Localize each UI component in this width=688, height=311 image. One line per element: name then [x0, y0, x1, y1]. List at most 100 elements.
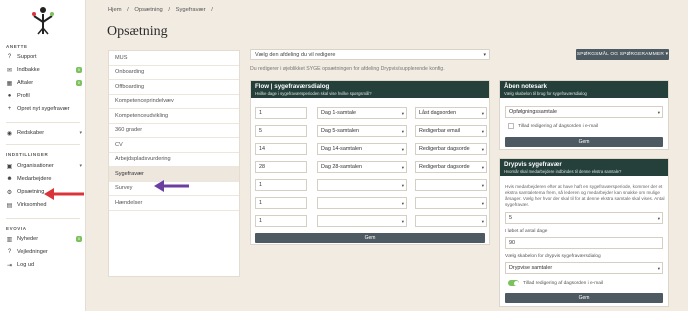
sidebar-divider: [6, 122, 80, 123]
sidebar-divider: [6, 144, 80, 145]
tools-icon: ◉: [6, 130, 13, 137]
menu-item-360[interactable]: 360 grader: [109, 124, 239, 138]
briefcase-icon: ▤: [6, 202, 13, 209]
breadcrumb: Hjem / Opsætning / Sygefravær /: [108, 7, 213, 13]
drypvis-template-select[interactable]: Drypvise samtaler ▾: [505, 262, 663, 274]
flow-save-button[interactable]: Gem: [255, 233, 485, 243]
breadcrumb-absence[interactable]: Sygefravær: [176, 7, 206, 13]
appointments-badge: 0: [75, 80, 82, 86]
sidebar-item-organisations[interactable]: ▣ Organisationer ▾: [6, 161, 82, 171]
day-input[interactable]: 5: [255, 125, 307, 137]
sidebar-item-guides[interactable]: ? Vejledninger: [6, 247, 82, 257]
template-select[interactable]: Dag 28-samtalen ▾: [317, 161, 407, 173]
flow-row: 1 ▾ ▾: [255, 215, 487, 227]
chevron-down-icon: ▾: [665, 52, 669, 57]
drypvis-save-button[interactable]: Gem: [505, 293, 663, 303]
chevron-down-icon: ▾: [481, 219, 484, 224]
action-select[interactable]: Redigerbar dagsorde ▾: [415, 161, 487, 173]
drypvis-edit-toggle-row[interactable]: Tillad redigering af dagsorden i e-mail: [508, 280, 603, 286]
menu-item-mus[interactable]: MUS: [109, 51, 239, 66]
menu-item-kompetenceudvikling[interactable]: Kompetenceudvikling: [109, 109, 239, 124]
template-select[interactable]: Dag 14-samtalen ▾: [317, 143, 407, 155]
menu-item-apv[interactable]: Arbejdspladsvurdering: [109, 153, 239, 167]
brand-logo-icon: [32, 7, 54, 35]
menu-item-onboarding[interactable]: Onboarding: [109, 66, 239, 80]
template-select[interactable]: ▾: [317, 197, 407, 209]
template-select[interactable]: ▾: [317, 179, 407, 191]
sidebar-item-profile[interactable]: ● Profil: [6, 91, 82, 101]
chevron-down-icon: ▾: [401, 147, 404, 152]
news-badge: 0: [75, 236, 82, 242]
flow-row: 1 Dag 1-samtale ▾ Låst dagsorden ▾: [255, 107, 487, 119]
flow-panel-header: Flow | sygefraværsdialog Hvilke dage i s…: [251, 81, 489, 98]
drypvis-edit-toggle[interactable]: [508, 280, 519, 286]
action-select[interactable]: Redigerbar email ▾: [415, 125, 487, 137]
day-input[interactable]: 1: [255, 215, 307, 227]
breadcrumb-setup[interactable]: Opsætning: [134, 7, 162, 13]
flow-row: 1 ▾ ▾: [255, 179, 487, 191]
breadcrumb-home[interactable]: Hjem: [108, 7, 122, 13]
sidebar-item-new-absence[interactable]: + Opret nyt sygefravær: [6, 104, 82, 114]
menu-item-cv[interactable]: CV: [109, 138, 239, 153]
help-icon: ?: [7, 249, 12, 255]
section-evovia: EVOVIA: [6, 226, 27, 231]
chevron-down-icon: ▾: [657, 110, 660, 115]
sidebar-item-news[interactable]: ▥ Nyheder 0: [6, 234, 82, 244]
drypvis-days-input[interactable]: 90: [505, 237, 663, 249]
action-select[interactable]: ▾: [415, 197, 487, 209]
section-anette: ANETTE: [6, 44, 28, 49]
chevron-down-icon: ▾: [401, 183, 404, 188]
chevron-down-icon: ▾: [481, 165, 484, 170]
drypvis-description: Hvis medarbejderen efter at have haft en…: [505, 184, 665, 207]
menu-item-haendelser[interactable]: Hændelser: [109, 196, 239, 211]
sidebar-item-company[interactable]: ▤ Virksomhed: [6, 200, 82, 210]
user-icon: ●: [7, 93, 12, 99]
sidebar-item-tools[interactable]: ◉ Redskaber ▾: [6, 128, 82, 138]
note-save-button[interactable]: Gem: [505, 137, 663, 147]
note-edit-checkbox-row[interactable]: Tillad redigering af dagsorden i e-mail: [508, 123, 598, 129]
action-select[interactable]: Redigerbar dagsorde ▾: [415, 143, 487, 155]
menu-item-kompetenceprindelvaev[interactable]: Kompetenceprindelvæv: [109, 95, 239, 109]
flow-row: 5 Dag 5-samtalen ▾ Redigerbar email ▾: [255, 125, 487, 137]
drypvis-count-select[interactable]: 5 ▾: [505, 212, 663, 224]
template-select[interactable]: Dag 1-samtale ▾: [317, 107, 407, 119]
chevron-down-icon: ▾: [401, 201, 404, 206]
department-select[interactable]: Vælg den afdeling du vil redigere ▾: [250, 49, 490, 60]
template-select[interactable]: ▾: [317, 215, 407, 227]
drypvis-panel-header: Drypvis sygefravær Hvornår skal medarbej…: [500, 159, 668, 176]
page-title: Opsætning: [107, 24, 168, 39]
day-input[interactable]: 1: [255, 197, 307, 209]
action-select[interactable]: ▾: [415, 179, 487, 191]
sidebar-item-logout[interactable]: ⇥ Log ud: [6, 260, 82, 270]
sidebar-item-support[interactable]: ? Support: [6, 52, 82, 62]
day-input[interactable]: 1: [255, 179, 307, 191]
note-panel-header: Åben notesark Vælg skabelon til brug for…: [500, 81, 668, 98]
sidebar-item-employees[interactable]: ☻ Medarbejdere: [6, 174, 82, 184]
chevron-down-icon: ▾: [481, 111, 484, 116]
flow-panel: Flow | sygefraværsdialog Hvilke dage i s…: [250, 80, 490, 245]
chevron-down-icon: ▾: [481, 201, 484, 206]
sidebar-item-appointments[interactable]: ▦ Aftaler 0: [6, 78, 82, 88]
chevron-down-icon: ▾: [401, 165, 404, 170]
action-select[interactable]: ▾: [415, 215, 487, 227]
chevron-down-icon: ▾: [401, 129, 404, 134]
action-select[interactable]: Låst dagsorden ▾: [415, 107, 487, 119]
note-template-select[interactable]: Opfølgningssamtale ▾: [505, 106, 663, 118]
news-icon: ▥: [6, 236, 13, 243]
sidebar-item-inbox[interactable]: ✉ Indbakke 0: [6, 65, 82, 75]
sidebar-divider: [6, 218, 80, 219]
day-input[interactable]: 28: [255, 161, 307, 173]
day-input[interactable]: 1: [255, 107, 307, 119]
menu-item-offboarding[interactable]: Offboarding: [109, 80, 239, 95]
chevron-down-icon: ▾: [401, 111, 404, 116]
building-icon: ▣: [6, 163, 13, 170]
plus-icon: +: [7, 106, 12, 112]
note-edit-checkbox[interactable]: [508, 123, 514, 129]
chevron-down-icon: ▾: [401, 219, 404, 224]
template-select[interactable]: Dag 5-samtalen ▾: [317, 125, 407, 137]
chevron-down-icon: ▾: [79, 163, 82, 169]
questions-button[interactable]: SPØRGSMÅL OG SPØRGERAMMER ▾: [576, 49, 669, 60]
inbox-badge: 0: [75, 67, 82, 73]
purple-arrow-icon: [154, 180, 189, 192]
day-input[interactable]: 14: [255, 143, 307, 155]
